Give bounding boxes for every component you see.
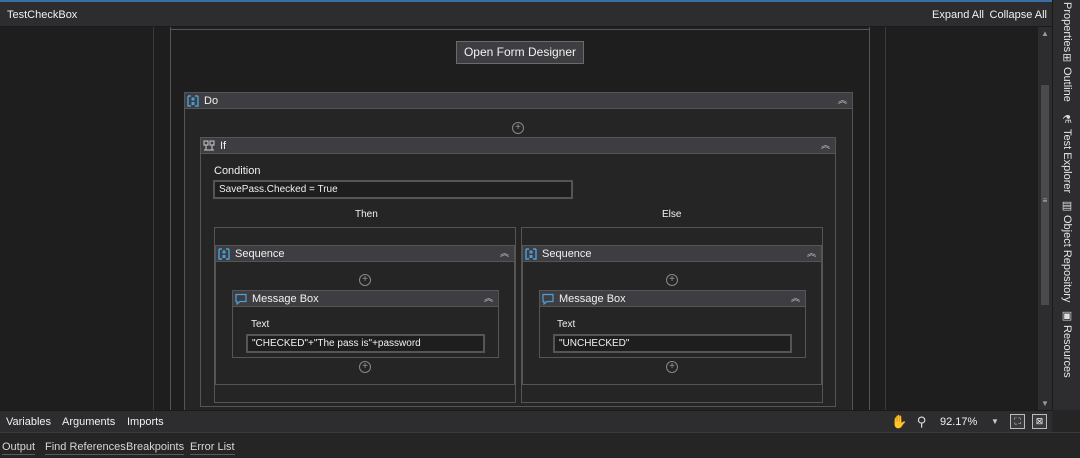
add-activity-icon[interactable]: +: [666, 361, 678, 373]
pan-hand-icon[interactable]: ✋: [891, 414, 907, 429]
workflow-title: TestCheckBox: [7, 9, 78, 21]
bottom-panel-tabs: Output Find References Breakpoints Error…: [0, 432, 1080, 458]
then-sequence-header[interactable]: Sequence ︽: [216, 246, 514, 262]
do-header[interactable]: Do ︽: [185, 93, 852, 109]
else-sequence-title: Sequence: [542, 248, 592, 260]
else-label: Else: [662, 209, 682, 220]
tab-properties-label: Properties: [1061, 2, 1073, 53]
scroll-down-icon[interactable]: ▼: [1038, 399, 1052, 408]
scroll-up-icon[interactable]: ▲: [1038, 29, 1052, 38]
tab-object-repository-label: Object Repository: [1061, 215, 1073, 303]
tab-resources-label: Resources: [1061, 325, 1073, 378]
collapse-icon[interactable]: ︽: [484, 292, 494, 304]
designer-bottom-bar: Variables Arguments Imports ✋ ⚲ 92.17% ▼…: [0, 410, 1052, 432]
collapse-icon[interactable]: ︽: [500, 247, 510, 259]
condition-input[interactable]: SavePass.Checked = True: [213, 180, 573, 199]
then-text-label: Text: [251, 319, 270, 330]
else-message-box-title: Message Box: [559, 293, 626, 305]
output-tab[interactable]: Output: [2, 441, 36, 455]
resources-icon: ▣: [1061, 310, 1073, 322]
then-message-box-title: Message Box: [252, 293, 319, 305]
designer-canvas[interactable]: Open Form Designer Do ︽ + If ︽ Condition…: [0, 27, 1038, 410]
sequence-icon: [187, 95, 199, 107]
find-references-tab[interactable]: Find References: [45, 441, 126, 455]
tab-outline-label: Outline: [1061, 67, 1073, 102]
else-text-label: Text: [557, 319, 576, 330]
tab-test-explorer-label: Test Explorer: [1061, 129, 1073, 194]
right-dock-panel: Properties ⊞ Outline ⚗ Test Explorer ▤ O…: [1052, 0, 1080, 410]
message-box-icon: [542, 293, 554, 305]
test-explorer-icon: ⚗: [1062, 114, 1072, 126]
object-repository-icon: ▤: [1061, 200, 1073, 212]
open-form-designer-button[interactable]: Open Form Designer: [456, 41, 584, 64]
fit-to-screen-icon[interactable]: ⛶: [1010, 414, 1025, 429]
guide-line: [153, 27, 154, 410]
add-activity-icon[interactable]: +: [512, 122, 524, 134]
expand-all-button[interactable]: Expand All: [932, 9, 984, 21]
workflow-designer-window: TestCheckBox Expand All Collapse All Ope…: [0, 0, 1080, 458]
tab-resources[interactable]: ▣ Resources: [1055, 310, 1079, 378]
do-title: Do: [204, 95, 219, 107]
tab-properties[interactable]: Properties: [1055, 2, 1079, 52]
if-title: If: [220, 140, 227, 152]
collapse-icon[interactable]: ︽: [807, 247, 817, 259]
collapse-icon[interactable]: ︽: [791, 292, 801, 304]
arguments-tab[interactable]: Arguments: [62, 416, 115, 428]
zoom-search-icon[interactable]: ⚲: [914, 414, 929, 429]
overview-icon[interactable]: ⊠: [1032, 414, 1047, 429]
if-icon: [203, 140, 215, 151]
scroll-thumb[interactable]: [1041, 85, 1049, 305]
collapse-icon[interactable]: ︽: [838, 94, 848, 106]
variables-tab[interactable]: Variables: [6, 416, 51, 428]
sequence-icon: [218, 248, 230, 260]
imports-tab[interactable]: Imports: [127, 416, 164, 428]
add-activity-icon[interactable]: +: [359, 274, 371, 286]
designer-tab-bar: TestCheckBox Expand All Collapse All: [0, 0, 1052, 27]
error-list-tab[interactable]: Error List: [190, 441, 235, 455]
guide-line: [885, 27, 886, 410]
then-message-box-header[interactable]: Message Box ︽: [233, 291, 498, 307]
else-text-input[interactable]: "UNCHECKED": [553, 334, 792, 353]
message-box-icon: [235, 293, 247, 305]
then-label: Then: [355, 209, 378, 220]
add-activity-icon[interactable]: +: [666, 274, 678, 286]
then-text-input[interactable]: "CHECKED"+"The pass is"+password: [246, 334, 485, 353]
else-message-box-header[interactable]: Message Box ︽: [540, 291, 805, 307]
collapse-all-button[interactable]: Collapse All: [990, 9, 1047, 21]
tab-object-repository[interactable]: ▤ Object Repository: [1055, 200, 1079, 302]
condition-label: Condition: [214, 165, 261, 177]
tab-test-explorer[interactable]: ⚗ Test Explorer: [1055, 114, 1079, 193]
add-activity-icon[interactable]: +: [359, 361, 371, 373]
tab-outline[interactable]: ⊞ Outline: [1055, 52, 1079, 102]
else-sequence-header[interactable]: Sequence ︽: [523, 246, 821, 262]
collapse-icon[interactable]: ︽: [821, 139, 831, 151]
scroll-grip-icon: ≡: [1042, 196, 1048, 205]
zoom-dropdown-icon[interactable]: ▼: [991, 417, 999, 426]
outline-icon: ⊞: [1062, 52, 1072, 64]
sequence-icon: [525, 248, 537, 260]
vertical-scrollbar[interactable]: ▲ ≡ ▼: [1038, 27, 1052, 410]
then-sequence-title: Sequence: [235, 248, 285, 260]
zoom-level[interactable]: 92.17%: [940, 416, 977, 428]
breakpoints-tab[interactable]: Breakpoints: [126, 441, 185, 455]
if-header[interactable]: If ︽: [201, 138, 835, 154]
